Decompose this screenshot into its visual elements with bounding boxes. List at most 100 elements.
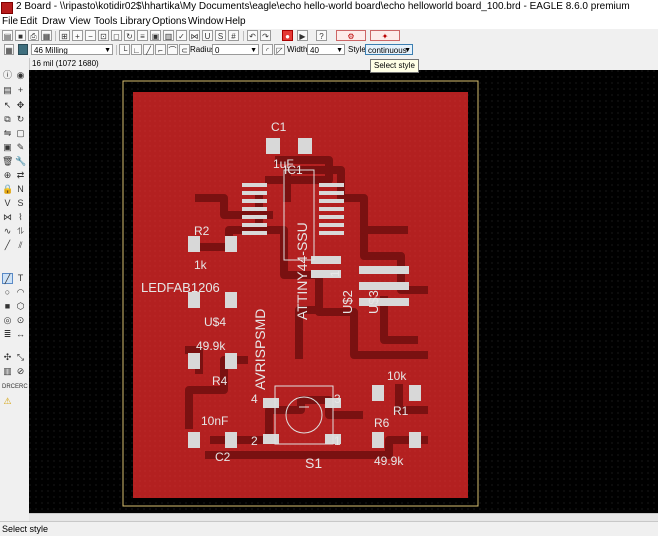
radius-field[interactable]: 0 ▼ [212, 44, 259, 55]
layers-icon[interactable]: ≡ [137, 30, 148, 41]
tool-palette: ⓘ ◉ ▤ + ↖ ✥ ⧉ ↻ ⇋ ▢ ▣ ✎ 🗑 🔧 ⊕ ⇄ 🔒 N V S … [0, 58, 30, 520]
label-u2: U$2 [340, 290, 355, 314]
menu-help[interactable]: Help [225, 16, 246, 27]
label-c1: C1 [271, 120, 287, 134]
help-icon[interactable]: ? [316, 30, 327, 41]
smash-icon[interactable]: S [15, 198, 26, 209]
zoom-last-icon[interactable]: ◻ [111, 30, 122, 41]
attribute-icon[interactable]: ≣ [2, 329, 13, 340]
value-icon[interactable]: V [2, 198, 13, 209]
replace-icon[interactable]: ⇄ [15, 170, 26, 181]
mirror-icon[interactable]: ⇋ [2, 128, 13, 139]
stop-icon[interactable]: ● [282, 30, 293, 41]
menu-window[interactable]: Window [188, 16, 224, 27]
via-icon[interactable]: ◎ [2, 315, 13, 326]
hole-icon[interactable]: ⊙ [15, 315, 26, 326]
warning-icon[interactable]: ⚠ [2, 396, 13, 407]
menu-view[interactable]: View [69, 16, 91, 27]
parameter-toolbar: ▦ 46 Milling ▼ └ ∟ ╱ ⌐ ⌒ ⊂ Radius: 0 ▼ ◜… [0, 43, 658, 59]
add-icon[interactable]: ⊕ [2, 170, 13, 181]
design-icon[interactable]: ▥ [2, 366, 13, 377]
optimize-icon[interactable]: ⌇ [15, 212, 26, 223]
meander-icon[interactable]: ∿ [2, 226, 13, 237]
cam-icon[interactable]: ▦ [41, 30, 52, 41]
style-select[interactable]: continuous ▼ [365, 44, 413, 55]
wire-bend-2-icon[interactable]: ╱ [143, 44, 154, 55]
lock-icon[interactable]: 🔒 [2, 184, 13, 195]
text-icon[interactable]: T [15, 273, 26, 284]
info-icon[interactable]: ⓘ [2, 70, 13, 81]
paste-icon[interactable]: ▣ [2, 142, 13, 153]
polygon-icon[interactable]: ⬡ [15, 301, 26, 312]
menu-file[interactable]: File [2, 16, 18, 27]
grid-icon[interactable]: ▦ [4, 44, 14, 55]
label-r1-value: 10k [387, 369, 407, 383]
zoom-in-icon[interactable]: + [72, 30, 83, 41]
rect-icon[interactable]: ■ [2, 301, 13, 312]
open-icon[interactable]: ▤ [2, 30, 13, 41]
width-field[interactable]: 40 ▼ [307, 44, 345, 55]
save-icon[interactable]: ■ [15, 30, 26, 41]
redraw-icon[interactable]: ↻ [124, 30, 135, 41]
style-value: continuous [368, 46, 407, 55]
undo-icon[interactable]: ↶ [247, 30, 258, 41]
wire-bend-0-icon[interactable]: └ [119, 44, 130, 55]
move-cross-icon[interactable]: ✥ [15, 100, 26, 111]
circle-icon[interactable]: ○ [2, 287, 13, 298]
ulp-icon[interactable]: U [202, 30, 213, 41]
board-icon[interactable]: ▥ [163, 30, 174, 41]
change-icon[interactable]: ✎ [15, 142, 26, 153]
zoom-fit-icon[interactable]: ⊞ [59, 30, 70, 41]
arc-icon[interactable]: ◠ [15, 287, 26, 298]
drc-icon[interactable]: DRC [2, 382, 15, 393]
label-r6: R6 [374, 416, 390, 430]
miter-straight-icon[interactable]: ◸ [274, 44, 285, 55]
wire-bend-1-icon[interactable]: ∟ [131, 44, 142, 55]
show-icon[interactable]: ◉ [15, 70, 26, 81]
copy-icon[interactable]: ⧉ [2, 114, 13, 125]
ratsnest-icon[interactable]: ⋈ [189, 30, 200, 41]
wrench-icon[interactable]: 🔧 [15, 156, 26, 167]
route-multi-icon[interactable]: ⫽ [15, 240, 26, 251]
design-link-icon[interactable]: ⚙ [336, 30, 366, 41]
zoom-out-icon[interactable]: − [85, 30, 96, 41]
menu-edit[interactable]: Edit [20, 16, 37, 27]
go-icon[interactable]: ▶ [297, 30, 308, 41]
menu-options[interactable]: Options [152, 16, 186, 27]
pcb-service-icon[interactable]: ✦ [370, 30, 400, 41]
board-canvas[interactable]: C1 1uF IC1 ATTINY44-SSU 1 R2 1k LEDFAB12… [29, 70, 658, 520]
display-icon[interactable]: ▣ [150, 30, 161, 41]
ripup-icon[interactable]: ⥮ [15, 226, 26, 237]
name-icon[interactable]: N [15, 184, 26, 195]
wire-bend-3-icon[interactable]: ⌐ [155, 44, 166, 55]
drc-run-icon[interactable]: ✓ [176, 30, 187, 41]
wire-bend-4-icon[interactable]: ⌒ [167, 44, 178, 55]
wire-bend-5-icon[interactable]: ⊂ [179, 44, 190, 55]
menu-draw[interactable]: Draw [42, 16, 65, 27]
group-icon[interactable]: ▢ [15, 128, 26, 139]
erc-icon[interactable]: ERC [15, 382, 28, 393]
errors-icon[interactable]: ⊘ [15, 366, 26, 377]
autorouter-icon[interactable]: ⤡ [15, 352, 26, 363]
stats-icon[interactable]: # [228, 30, 239, 41]
delete-icon[interactable]: 🗑 [2, 156, 13, 167]
rotate-icon[interactable]: ↻ [15, 114, 26, 125]
script-icon[interactable]: S [215, 30, 226, 41]
layer-select[interactable]: 46 Milling ▼ [31, 44, 113, 55]
display-layers-icon[interactable]: ▤ [2, 85, 13, 96]
split-icon[interactable]: ⋈ [2, 212, 13, 223]
mark-icon[interactable]: + [15, 85, 26, 96]
menu-tools[interactable]: Tools [94, 16, 117, 27]
menu-library[interactable]: Library [120, 16, 151, 27]
miter-round-icon[interactable]: ◜ [262, 44, 273, 55]
move-icon[interactable]: ↖ [2, 100, 13, 111]
status-bar: Select style [0, 521, 658, 536]
zoom-select-icon[interactable]: ⊡ [98, 30, 109, 41]
redo-icon[interactable]: ↷ [260, 30, 271, 41]
dimension-icon[interactable]: ↔ [15, 329, 26, 340]
chevron-down-icon: ▼ [104, 47, 111, 54]
print-icon[interactable]: ⎙ [28, 30, 39, 41]
route-icon[interactable]: ╱ [2, 240, 13, 251]
ratsnest-tool-icon[interactable]: ✣ [2, 352, 13, 363]
wire-icon[interactable]: ╱ [2, 273, 13, 284]
